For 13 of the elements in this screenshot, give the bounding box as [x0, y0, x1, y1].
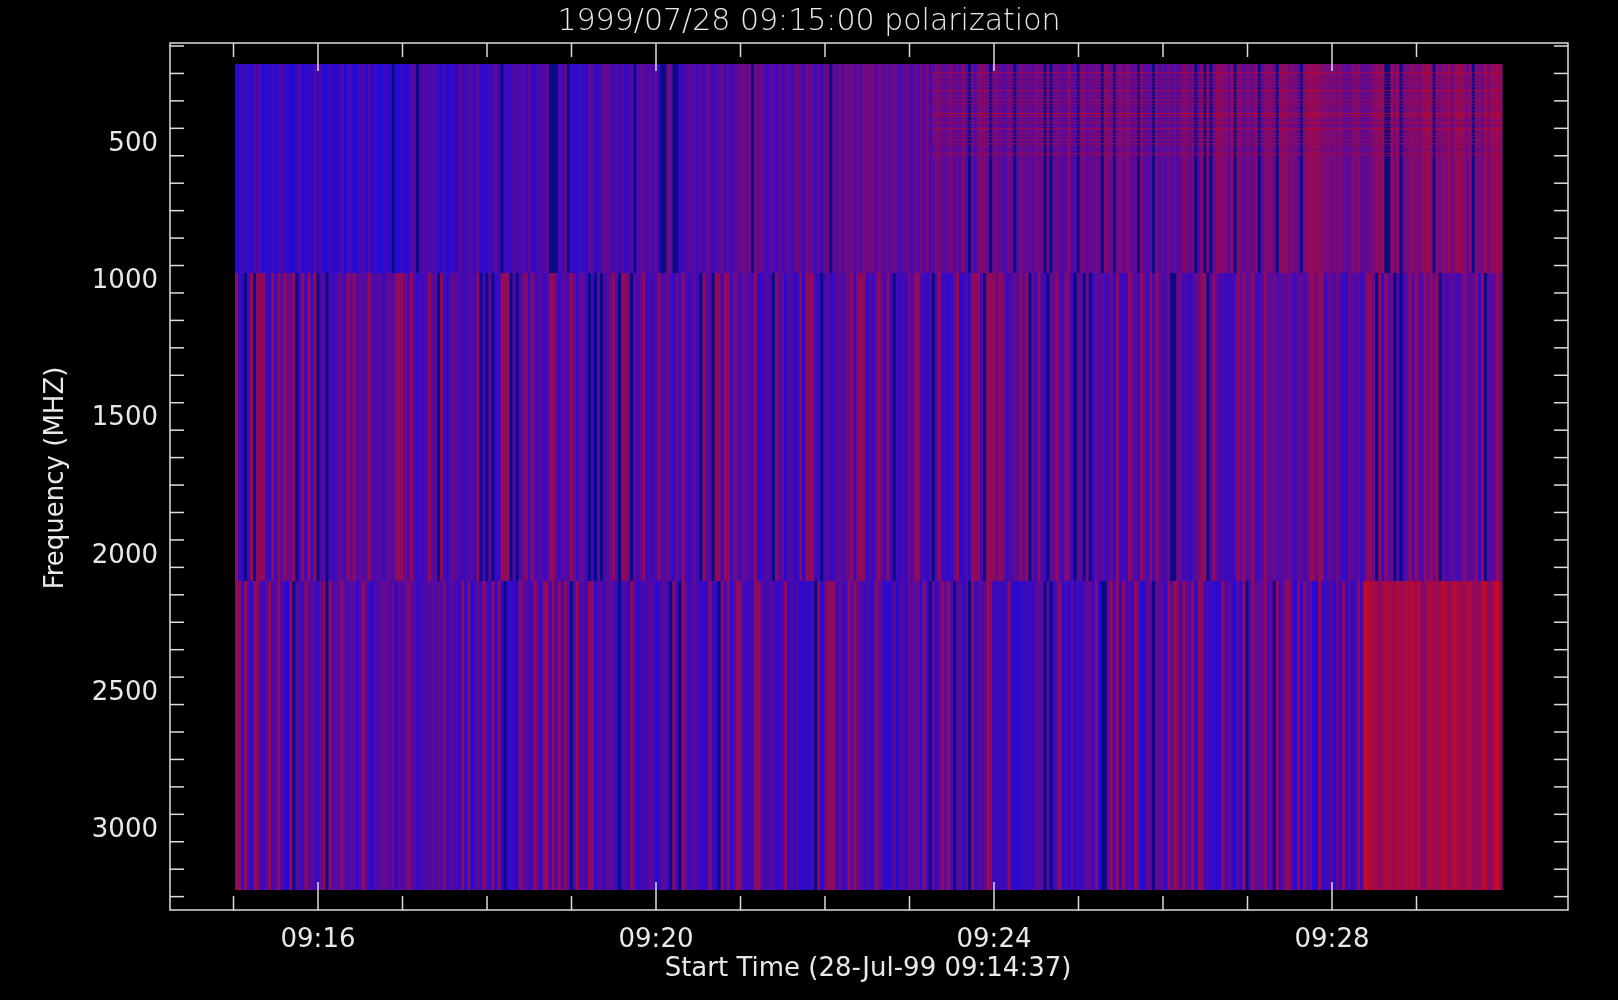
x-tick-label: 09:28: [1294, 923, 1370, 953]
y-tick-label: 2000: [91, 538, 158, 569]
x-tick-label: 09:24: [956, 923, 1032, 953]
y-tick-label: 2500: [91, 675, 158, 706]
x-axis-label: Start Time (28-Jul-99 09:14:37): [664, 952, 1072, 982]
y-tick-label: 1000: [91, 264, 158, 295]
x-tick-label: 09:16: [280, 923, 356, 953]
y-tick-label: 500: [108, 127, 158, 157]
y-axis-label: Frequency (MHZ): [39, 366, 69, 590]
x-tick-label: 09:20: [618, 923, 694, 953]
y-tick-label: 1500: [91, 401, 158, 432]
y-tick-label: 3000: [91, 813, 158, 843]
chart-title: 1999/07/28 09:15:00 polarization: [557, 2, 1061, 37]
